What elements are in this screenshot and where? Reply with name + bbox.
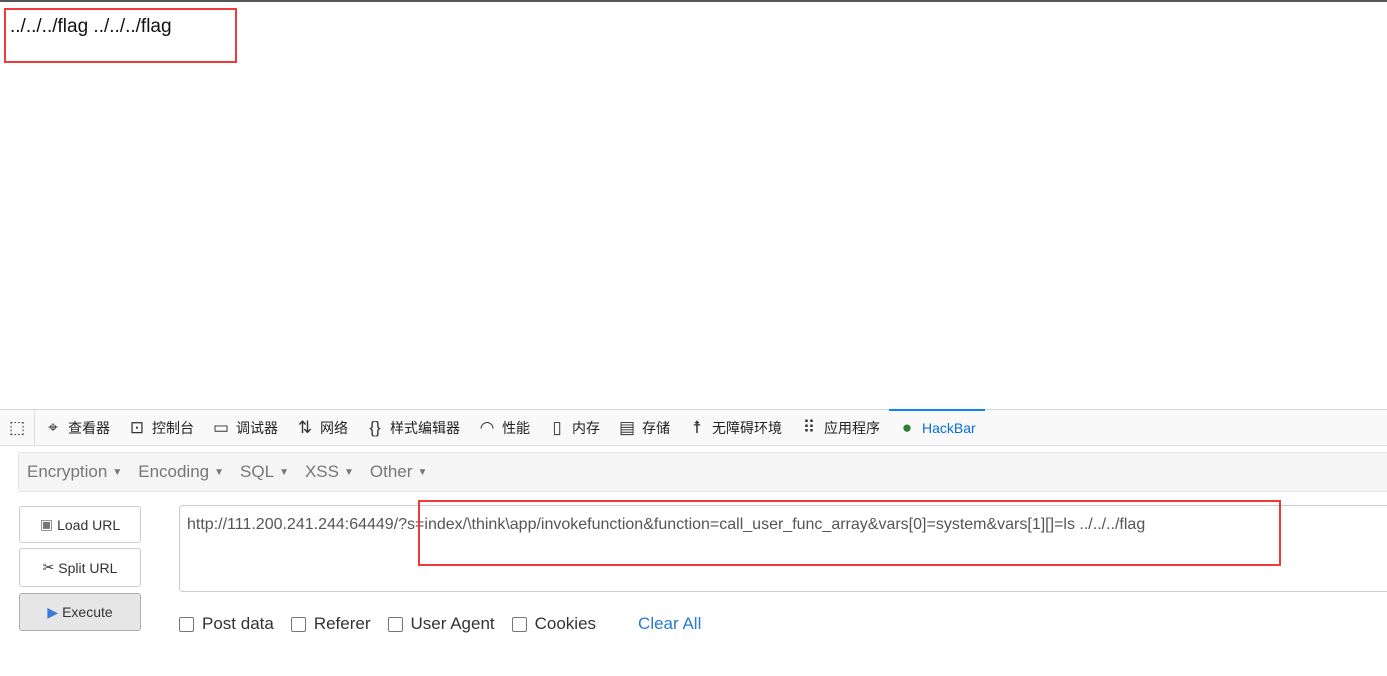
scissors-icon: ✂ [42, 559, 55, 575]
option-label: Referer [313, 614, 371, 633]
clear-all-link[interactable]: Clear All [638, 614, 701, 634]
menu-label: Encoding [138, 462, 210, 481]
checkbox[interactable] [387, 616, 403, 632]
tab-label: 调试器 [236, 419, 278, 436]
tab-storage[interactable]: ▤ 存储 [609, 410, 679, 445]
tab-label: 控制台 [152, 419, 194, 436]
tab-inspector[interactable]: ⌖ 查看器 [35, 410, 119, 445]
checkbox[interactable] [511, 616, 527, 632]
tab-performance[interactable]: ◠ 性能 [469, 410, 539, 445]
element-picker-button[interactable]: ⬚ [0, 410, 35, 445]
console-icon: ⊡ [129, 417, 145, 437]
checkbox[interactable] [290, 616, 306, 632]
tab-style-editor[interactable]: {} 样式编辑器 [357, 410, 469, 445]
button-label: Split URL [58, 559, 118, 576]
tab-debugger[interactable]: ▭ 调试器 [203, 410, 287, 445]
network-icon: ⇅ [297, 417, 313, 437]
accessibility-icon: ☨ [692, 417, 702, 437]
application-icon: ⠿ [802, 417, 816, 437]
post-data-checkbox[interactable]: Post data [179, 614, 274, 634]
storage-icon: ▤ [618, 417, 636, 437]
tab-label: 应用程序 [824, 419, 880, 436]
menu-label: XSS [304, 462, 339, 481]
load-icon: ▣ [39, 516, 54, 532]
menu-encryption[interactable]: Encryption ▼ [19, 462, 130, 482]
tab-label: 查看器 [68, 419, 110, 436]
hackbar-menu-bar: Encryption ▼ Encoding ▼ SQL ▼ XSS ▼ Other ▼ [18, 452, 1387, 492]
caret-down-icon: ▼ [417, 466, 428, 478]
menu-sql[interactable]: SQL ▼ [232, 462, 297, 482]
execute-button[interactable]: ▶ Execute [19, 593, 141, 631]
menu-other[interactable]: Other ▼ [362, 462, 435, 482]
tab-label: 样式编辑器 [390, 419, 460, 436]
option-label: User Agent [410, 614, 495, 633]
menu-label: SQL [240, 462, 275, 481]
devtools-tab-bar: ⬚ ⌖ 查看器 ⊡ 控制台 ▭ 调试器 ⇅ 网络 {} 样式编辑器 ◠ 性能 ▯ 内存 ▤ 存储… [0, 409, 1387, 446]
tab-hackbar[interactable]: ● HackBar [889, 409, 985, 445]
tab-console[interactable]: ⊡ 控制台 [119, 410, 203, 445]
referer-checkbox[interactable]: Referer [290, 614, 371, 634]
hackbar-icon: ● [901, 417, 913, 437]
hackbar-options: Post data Referer User Agent Cookies Cle… [179, 614, 701, 634]
tab-label: 网络 [320, 419, 348, 436]
button-label: Execute [62, 604, 113, 620]
split-url-button[interactable]: ✂ Split URL [19, 548, 141, 587]
menu-encoding[interactable]: Encoding ▼ [130, 462, 232, 482]
tab-label: 性能 [502, 419, 530, 436]
tab-label: 内存 [572, 419, 600, 436]
memory-icon: ▯ [552, 417, 562, 437]
tab-memory[interactable]: ▯ 内存 [539, 410, 609, 445]
option-label: Post data [202, 614, 274, 633]
menu-label: Other [369, 462, 413, 481]
load-url-button[interactable]: ▣ Load URL [19, 506, 141, 543]
caret-down-icon: ▼ [344, 466, 354, 478]
cookies-checkbox[interactable]: Cookies [511, 614, 597, 634]
menu-xss[interactable]: XSS ▼ [297, 462, 362, 482]
element-picker-icon: ⬚ [8, 417, 26, 437]
option-label: Cookies [534, 614, 597, 633]
play-icon: ▶ [47, 603, 59, 620]
tab-network[interactable]: ⇅ 网络 [287, 410, 357, 445]
tab-label: 无障碍环境 [712, 419, 782, 436]
highlight-box-output [4, 8, 237, 63]
caret-down-icon: ▼ [112, 466, 123, 478]
user-agent-checkbox[interactable]: User Agent [387, 614, 495, 634]
tab-label: 存储 [642, 419, 670, 436]
window-top-border [0, 0, 1387, 2]
debugger-icon: ▭ [212, 417, 230, 437]
caret-down-icon: ▼ [214, 466, 225, 478]
performance-icon: ◠ [479, 417, 495, 437]
tab-label: HackBar [922, 419, 976, 436]
style-editor-icon: {} [369, 417, 381, 437]
inspector-icon: ⌖ [48, 417, 58, 437]
menu-label: Encryption [27, 462, 108, 481]
tab-accessibility[interactable]: ☨ 无障碍环境 [679, 410, 791, 445]
highlight-box-url [418, 500, 1281, 566]
checkbox[interactable] [179, 616, 194, 632]
button-label: Load URL [57, 516, 121, 533]
caret-down-icon: ▼ [279, 466, 289, 478]
tab-application[interactable]: ⠿ 应用程序 [791, 410, 889, 445]
